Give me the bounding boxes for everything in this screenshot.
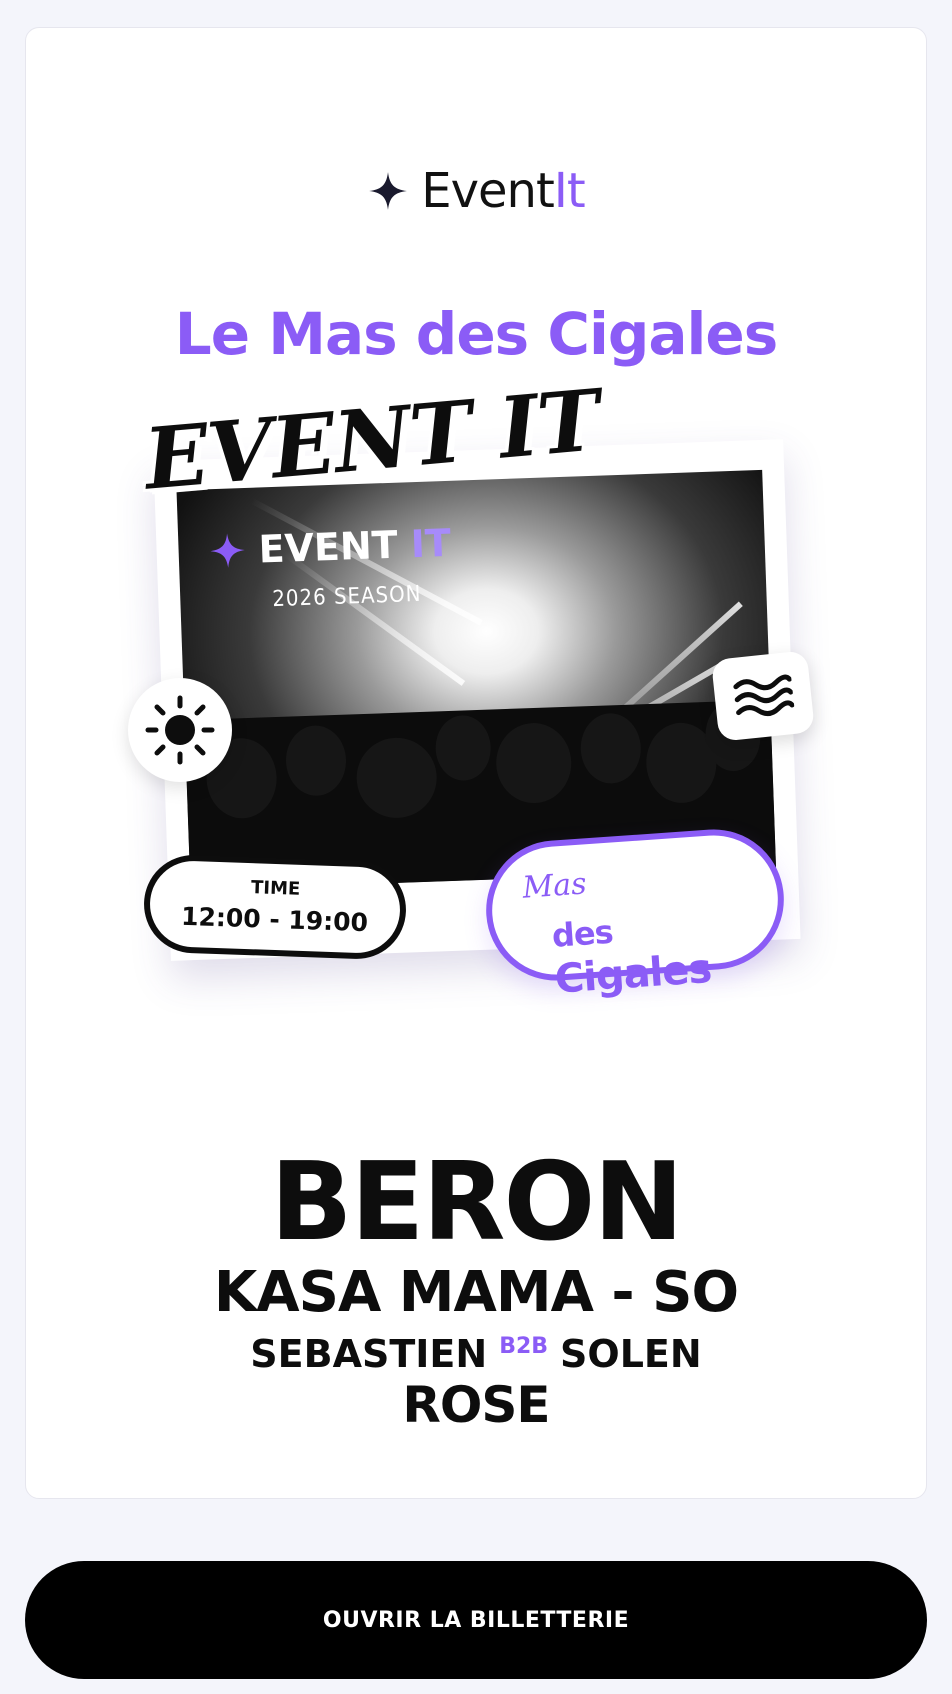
venue-pill-name: Cigales — [553, 945, 713, 1003]
event-poster: EVENT IT 2026 SEASON EVENT IT TIME 12:00… — [128, 370, 830, 1010]
sun-icon — [145, 695, 215, 765]
venue-title: Le Mas des Cigales — [174, 300, 778, 368]
brand-name: EventIt — [421, 163, 585, 219]
open-ticketing-button[interactable]: OUVRIR LA BILLETTERIE — [25, 1561, 927, 1679]
lineup-act-2: KASA MAMA - SO — [213, 1260, 739, 1325]
brand-name-main: Event — [421, 163, 555, 219]
lineup-act-3-left: SEBASTIEN — [250, 1332, 488, 1376]
photo-brand-accent: IT — [410, 520, 452, 567]
sparkle-star-icon — [369, 172, 408, 210]
lineup-act-4: ROSE — [402, 1376, 550, 1434]
concert-photo: EVENT IT 2026 SEASON — [176, 469, 777, 891]
venue-pill-des: des — [550, 912, 614, 955]
lineup-act-3: SEBASTIEN B2B SOLEN — [0, 1324, 952, 1377]
b2b-tag: B2B — [499, 1334, 549, 1359]
waves-badge — [710, 650, 816, 742]
brand-logo: EventIt — [26, 163, 926, 219]
lineup: BERON KASA MAMA - SO SEBASTIEN B2B SOLEN R… — [0, 1140, 952, 1434]
brand-name-accent: It — [553, 163, 586, 219]
venue-pill: Mas des Cigales — [481, 824, 789, 1003]
time-pill: TIME 12:00 - 19:00 — [142, 853, 408, 961]
venue-pill-big: des Cigales — [550, 895, 784, 1003]
sparkle-star-icon — [210, 533, 245, 568]
photo-brand: EVENT IT — [208, 521, 452, 573]
sun-badge — [128, 678, 232, 782]
photo-brand-main: EVENT — [257, 522, 399, 572]
time-value: 12:00 - 19:00 — [180, 901, 369, 938]
time-label: TIME — [250, 877, 301, 900]
season-label: 2026 SEASON — [271, 581, 422, 613]
lineup-headliner: BERON — [270, 1140, 683, 1265]
venue-pill-small: Mas — [521, 866, 588, 906]
waves-icon — [733, 674, 795, 716]
lineup-act-3-right: SOLEN — [560, 1332, 702, 1376]
